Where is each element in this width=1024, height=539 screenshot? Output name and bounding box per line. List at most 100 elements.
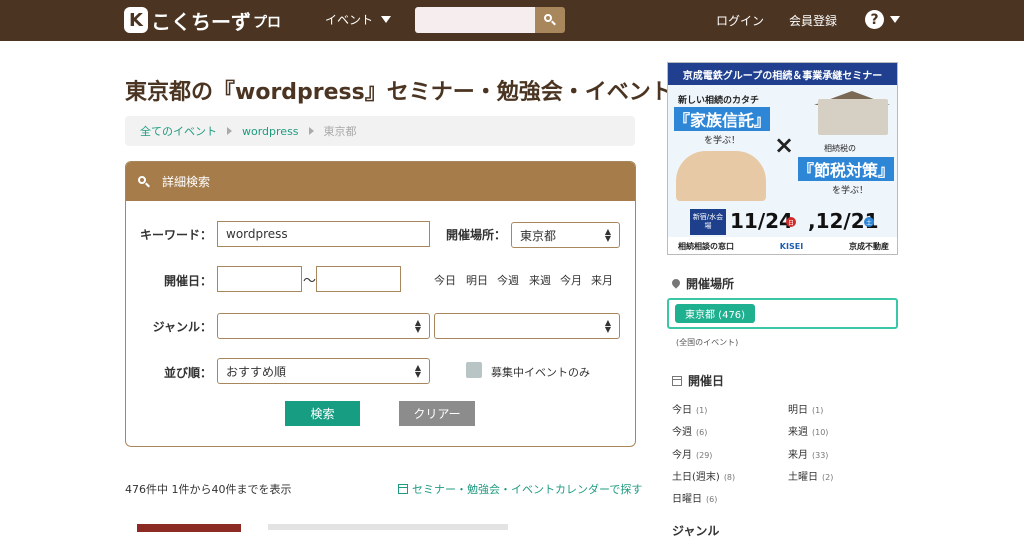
sidebar-date-next-week[interactable]: 来週 (10)	[788, 423, 828, 438]
date-label-text: 土曜日	[788, 472, 818, 483]
event-title-partial[interactable]	[268, 524, 508, 530]
date-label-text: 今週	[672, 427, 692, 438]
place-label: 開催場所：	[445, 228, 506, 242]
place-select[interactable]: 東京都 ▲ ▼	[511, 222, 620, 248]
keyword-field[interactable]: wordpress	[217, 221, 430, 247]
advanced-search-header: 詳細検索	[126, 162, 635, 201]
event-thumbnail[interactable]	[137, 524, 241, 532]
date-label-text: 来月	[788, 450, 808, 461]
genre-section-heading: ジャンル	[672, 524, 720, 538]
advanced-search-panel: 詳細検索	[125, 161, 636, 447]
quick-date-tomorrow[interactable]: 明日	[466, 272, 488, 288]
page-title: 東京都の『wordpress』セミナー・勉強会・イベント	[125, 80, 673, 105]
genre-select-secondary[interactable]: ▲ ▼	[434, 313, 620, 339]
genre-label: ジャンル：	[152, 320, 212, 334]
date-label-text: 今月	[672, 450, 692, 461]
ad-footer-right: 京成不動産	[848, 242, 889, 251]
breadcrumb-keyword[interactable]: wordpress	[242, 125, 299, 138]
ad-dow1: 日	[786, 217, 796, 227]
select-arrows-icon: ▲ ▼	[414, 318, 421, 334]
sidebar-date-this-week[interactable]: 今週 (6)	[672, 423, 707, 438]
calendar-link-label: セミナー・勉強会・イベントカレンダーで探す	[412, 483, 643, 496]
place-filter-box: 東京都 (476)	[667, 298, 898, 329]
sidebar-date-sunday[interactable]: 日曜日 (6)	[672, 490, 717, 505]
quick-date-next-week[interactable]: 来週	[529, 272, 551, 288]
advanced-search-title: 詳細検索	[162, 175, 211, 189]
ad-line1-tail: を学ぶ！	[704, 136, 741, 146]
date-count: (2)	[822, 473, 834, 482]
ad-dow2: 土	[864, 217, 874, 227]
select-arrows-icon: ▲ ▼	[604, 227, 611, 243]
event-menu-label: イベント	[325, 13, 374, 27]
sidebar-date-weekend[interactable]: 土日(週末) (8)	[672, 468, 735, 483]
search-button[interactable]	[535, 7, 565, 33]
date-count: (6)	[706, 495, 718, 504]
event-menu[interactable]: イベント	[325, 11, 392, 28]
date-label-text: 日曜日	[672, 494, 702, 505]
date-count: (10)	[812, 428, 829, 437]
result-count: 476件中 1件から40件までを表示	[125, 483, 292, 496]
sidebar-date-saturday[interactable]: 土曜日 (2)	[788, 468, 833, 483]
ad-line1: 新しい相続のカタチ	[678, 96, 760, 106]
ad-date1: 11/24	[730, 209, 793, 233]
login-link[interactable]: ログイン	[716, 12, 764, 29]
ad-footer-left: 相続相談の窓口	[678, 242, 734, 251]
search-input[interactable]	[415, 7, 535, 33]
date-label-text: 今日	[672, 405, 692, 416]
clear-button[interactable]: クリアー	[399, 401, 475, 426]
quick-date-today[interactable]: 今日	[434, 272, 456, 288]
calendar-search-link[interactable]: セミナー・勉強会・イベントカレンダーで探す	[398, 481, 642, 497]
date-heading-text: 開催日	[688, 374, 725, 388]
help-menu[interactable]: ?	[865, 10, 900, 29]
site-logo[interactable]: K こくちーず プロ	[124, 6, 281, 34]
logo-suffix: プロ	[253, 15, 281, 31]
keyword-label: キーワード：	[139, 228, 212, 242]
seminar-ad-banner[interactable]: 京成電鉄グループの相続＆事業承継セミナー 新しい相続のカタチ 『家族信託』 を学…	[667, 62, 898, 255]
search-submit-button[interactable]: 検索	[285, 401, 360, 426]
top-header-bar: K こくちーず プロ イベント ログイン 会員登録 ?	[0, 0, 1024, 41]
date-count: (8)	[723, 473, 736, 482]
sort-label: 並び順：	[163, 366, 212, 380]
help-icon: ?	[865, 10, 884, 29]
quick-date-this-week[interactable]: 今週	[497, 272, 519, 288]
breadcrumb-all-events[interactable]: 全てのイベント	[140, 123, 217, 139]
ad-highlight1: 『家族信託』	[674, 107, 770, 131]
recruiting-only-checkbox[interactable]	[466, 362, 482, 378]
date-label-text: 明日	[788, 405, 808, 416]
quick-date-next-month[interactable]: 来月	[591, 272, 613, 288]
ad-line2: 相続税の	[824, 144, 856, 153]
sidebar-date-next-month[interactable]: 来月 (33)	[788, 446, 828, 461]
date-count: (1)	[696, 406, 708, 415]
sidebar-date-tomorrow[interactable]: 明日 (1)	[788, 401, 823, 416]
ad-line2-tail: を学ぶ！	[832, 186, 869, 196]
date-range-tilde: 〜	[303, 274, 317, 289]
sidebar-date-today[interactable]: 今日 (1)	[672, 401, 707, 416]
family-photo	[676, 151, 766, 201]
breadcrumb-separator-icon	[227, 127, 232, 135]
sidebar-date-this-month[interactable]: 今月 (29)	[672, 446, 712, 461]
recruiting-only-label[interactable]: 募集中イベントのみ	[491, 364, 590, 380]
sort-select[interactable]: おすすめ順 ▲ ▼	[217, 358, 430, 384]
breadcrumb-current: 東京都	[323, 125, 357, 138]
location-pin-icon	[672, 279, 680, 289]
date-section-heading: 開催日	[672, 372, 724, 389]
register-link[interactable]: 会員登録	[789, 12, 837, 29]
all-regions-link[interactable]: (全国のイベント)	[676, 337, 738, 348]
ad-top-title: 京成電鉄グループの相続＆事業承継セミナー	[668, 63, 897, 85]
quick-date-this-month[interactable]: 今月	[560, 272, 582, 288]
place-pill-tokyo[interactable]: 東京都 (476)	[675, 304, 756, 323]
place-section-heading: 開催場所	[672, 275, 734, 292]
ad-highlight2: 『節税対策』	[798, 157, 894, 181]
date-count: (6)	[696, 428, 708, 437]
date-label: 開催日：	[163, 274, 212, 288]
genre-select-primary[interactable]: ▲ ▼	[217, 313, 430, 339]
calendar-icon	[398, 484, 408, 494]
ad-body: 新しい相続のカタチ 『家族信託』 を学ぶ！ × 相続税の 『節税対策』 を学ぶ！…	[668, 85, 897, 254]
logo-mark-icon: K	[124, 7, 148, 33]
place-heading-text: 開催場所	[686, 277, 735, 291]
date-to-field[interactable]	[316, 266, 401, 292]
ad-cross: ×	[774, 131, 795, 159]
chevron-down-icon	[381, 16, 392, 23]
sort-select-value: おすすめ順	[226, 364, 287, 379]
date-from-field[interactable]	[217, 266, 302, 292]
